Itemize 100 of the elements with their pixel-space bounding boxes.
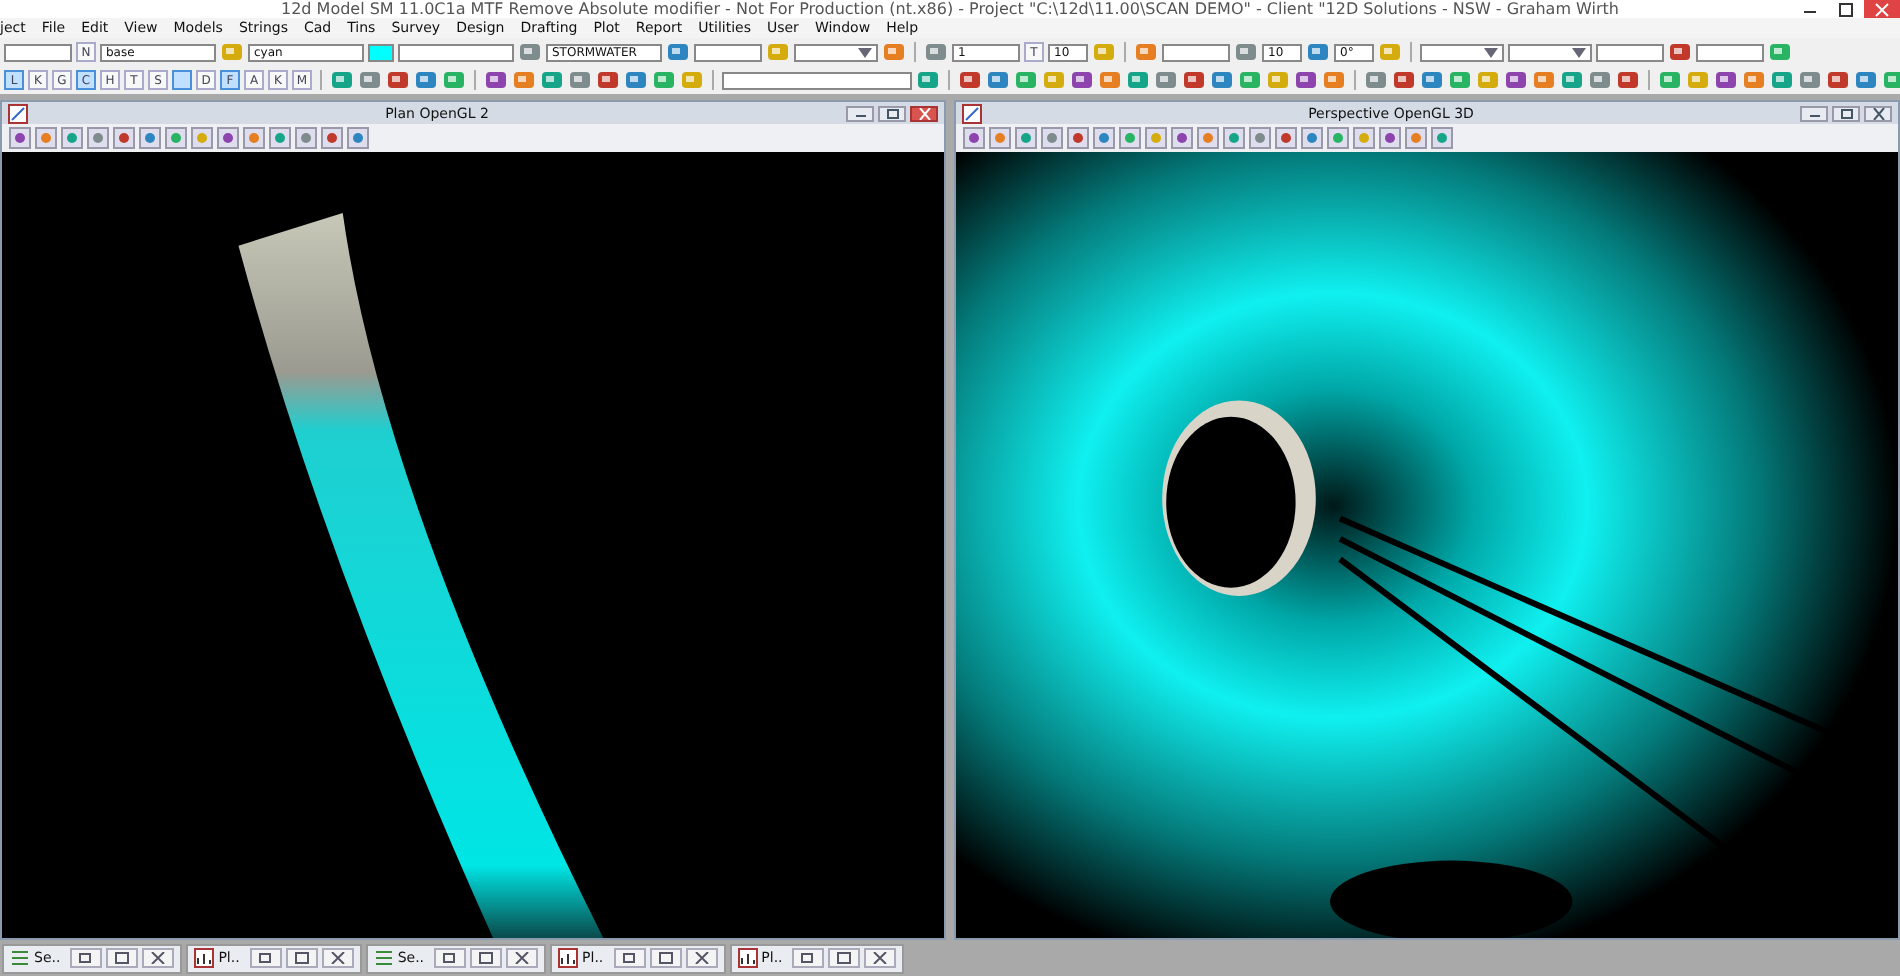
view-tool-icon[interactable] <box>1222 126 1246 150</box>
view-tool-icon[interactable] <box>346 126 370 150</box>
tool-icon[interactable] <box>1854 68 1878 92</box>
tool-icon[interactable] <box>1234 40 1258 64</box>
view-tool-icon[interactable] <box>138 126 162 150</box>
maximize-button[interactable] <box>1832 105 1860 121</box>
tool-icon[interactable] <box>1322 68 1346 92</box>
tool-icon[interactable] <box>1134 40 1158 64</box>
view-tool-icon[interactable] <box>268 126 292 150</box>
tool-icon[interactable] <box>1210 68 1234 92</box>
tool-icon[interactable] <box>1392 68 1416 92</box>
tool-icon[interactable] <box>1616 68 1640 92</box>
dropdown[interactable] <box>794 43 878 61</box>
view-tool-icon[interactable] <box>34 126 58 150</box>
tool-icon[interactable] <box>1306 40 1330 64</box>
tool-icon[interactable] <box>958 68 982 92</box>
view-tool-icon[interactable] <box>1404 126 1428 150</box>
view-tool-icon[interactable] <box>242 126 266 150</box>
tool-icon[interactable] <box>986 68 1010 92</box>
view-tool-icon[interactable] <box>216 126 240 150</box>
tool-icon[interactable] <box>1882 68 1900 92</box>
tool-icon[interactable] <box>484 68 508 92</box>
close-button[interactable] <box>910 105 938 121</box>
view-tool-icon[interactable] <box>1274 126 1298 150</box>
view-tool-icon[interactable] <box>1040 126 1064 150</box>
input-field[interactable] <box>722 71 912 89</box>
tool-icon[interactable] <box>1770 68 1794 92</box>
tool-icon[interactable] <box>1798 68 1822 92</box>
maximize-button[interactable] <box>649 948 682 968</box>
input-field[interactable] <box>1596 43 1664 61</box>
tool-icon[interactable] <box>1070 68 1094 92</box>
view-tool-icon[interactable] <box>1378 126 1402 150</box>
view-tool-icon[interactable] <box>190 126 214 150</box>
view-tool-icon[interactable] <box>988 126 1012 150</box>
tool-icon[interactable] <box>1448 68 1472 92</box>
maximize-button[interactable] <box>470 948 503 968</box>
restore-button[interactable] <box>249 948 282 968</box>
restore-button[interactable] <box>434 948 467 968</box>
view-tool-icon[interactable] <box>1170 126 1194 150</box>
tool-icon[interactable] <box>358 68 382 92</box>
view-tool-icon[interactable] <box>320 126 344 150</box>
tool-icon[interactable] <box>1658 68 1682 92</box>
close-button[interactable] <box>864 948 897 968</box>
tool-icon[interactable] <box>1420 68 1444 92</box>
view-tool-icon[interactable] <box>1066 126 1090 150</box>
tool-icon[interactable] <box>1768 40 1792 64</box>
view-tool-icon[interactable] <box>1196 126 1220 150</box>
close-button[interactable] <box>321 948 354 968</box>
tool-icon[interactable] <box>882 40 906 64</box>
close-button[interactable] <box>1864 105 1892 121</box>
input-field[interactable] <box>4 43 72 61</box>
tool-icon[interactable] <box>596 68 620 92</box>
view-tool-icon[interactable] <box>1092 126 1116 150</box>
restore-button[interactable] <box>613 948 646 968</box>
tool-icon[interactable] <box>1714 68 1738 92</box>
tool-icon[interactable] <box>1098 68 1122 92</box>
tool-icon[interactable] <box>1532 68 1556 92</box>
restore-button[interactable] <box>70 948 103 968</box>
tool-icon[interactable] <box>924 40 948 64</box>
input-field[interactable] <box>1696 43 1764 61</box>
view-tool-icon[interactable] <box>1326 126 1350 150</box>
maximize-button[interactable] <box>285 948 318 968</box>
view-tool-icon[interactable] <box>8 126 32 150</box>
tool-icon[interactable] <box>442 68 466 92</box>
tool-icon[interactable] <box>1014 68 1038 92</box>
maximize-button[interactable] <box>878 105 906 121</box>
view-tool-icon[interactable] <box>1430 126 1454 150</box>
tool-icon[interactable] <box>1742 68 1766 92</box>
view-tool-icon[interactable] <box>1352 126 1376 150</box>
tool-icon[interactable] <box>1826 68 1850 92</box>
tool-icon[interactable] <box>568 68 592 92</box>
tool-icon[interactable] <box>1364 68 1388 92</box>
tool-icon[interactable] <box>518 40 542 64</box>
close-button[interactable] <box>142 948 175 968</box>
view-tool-icon[interactable] <box>164 126 188 150</box>
tool-icon[interactable] <box>330 68 354 92</box>
dropdown[interactable] <box>1420 43 1504 61</box>
view-tool-icon[interactable] <box>294 126 318 150</box>
tool-icon[interactable] <box>666 40 690 64</box>
tool-icon[interactable] <box>414 68 438 92</box>
view-tool-icon[interactable] <box>86 126 110 150</box>
restore-button[interactable] <box>792 948 825 968</box>
view-tool-icon[interactable] <box>1248 126 1272 150</box>
view-tool-icon[interactable] <box>1014 126 1038 150</box>
view-tool-icon[interactable] <box>112 126 136 150</box>
input-field[interactable] <box>1162 43 1230 61</box>
minimize-button[interactable] <box>1800 105 1828 121</box>
tool-icon[interactable] <box>1504 68 1528 92</box>
view-tool-icon[interactable] <box>60 126 84 150</box>
tool-icon[interactable] <box>540 68 564 92</box>
tool-icon[interactable] <box>1238 68 1262 92</box>
tool-icon[interactable] <box>1560 68 1584 92</box>
tool-icon[interactable] <box>1294 68 1318 92</box>
tool-icon[interactable] <box>1126 68 1150 92</box>
close-button[interactable] <box>685 948 718 968</box>
maximize-button[interactable] <box>106 948 139 968</box>
view-tool-icon[interactable] <box>1118 126 1142 150</box>
toggle-button[interactable] <box>172 70 192 90</box>
tool-icon[interactable] <box>624 68 648 92</box>
tool-icon[interactable] <box>916 68 940 92</box>
